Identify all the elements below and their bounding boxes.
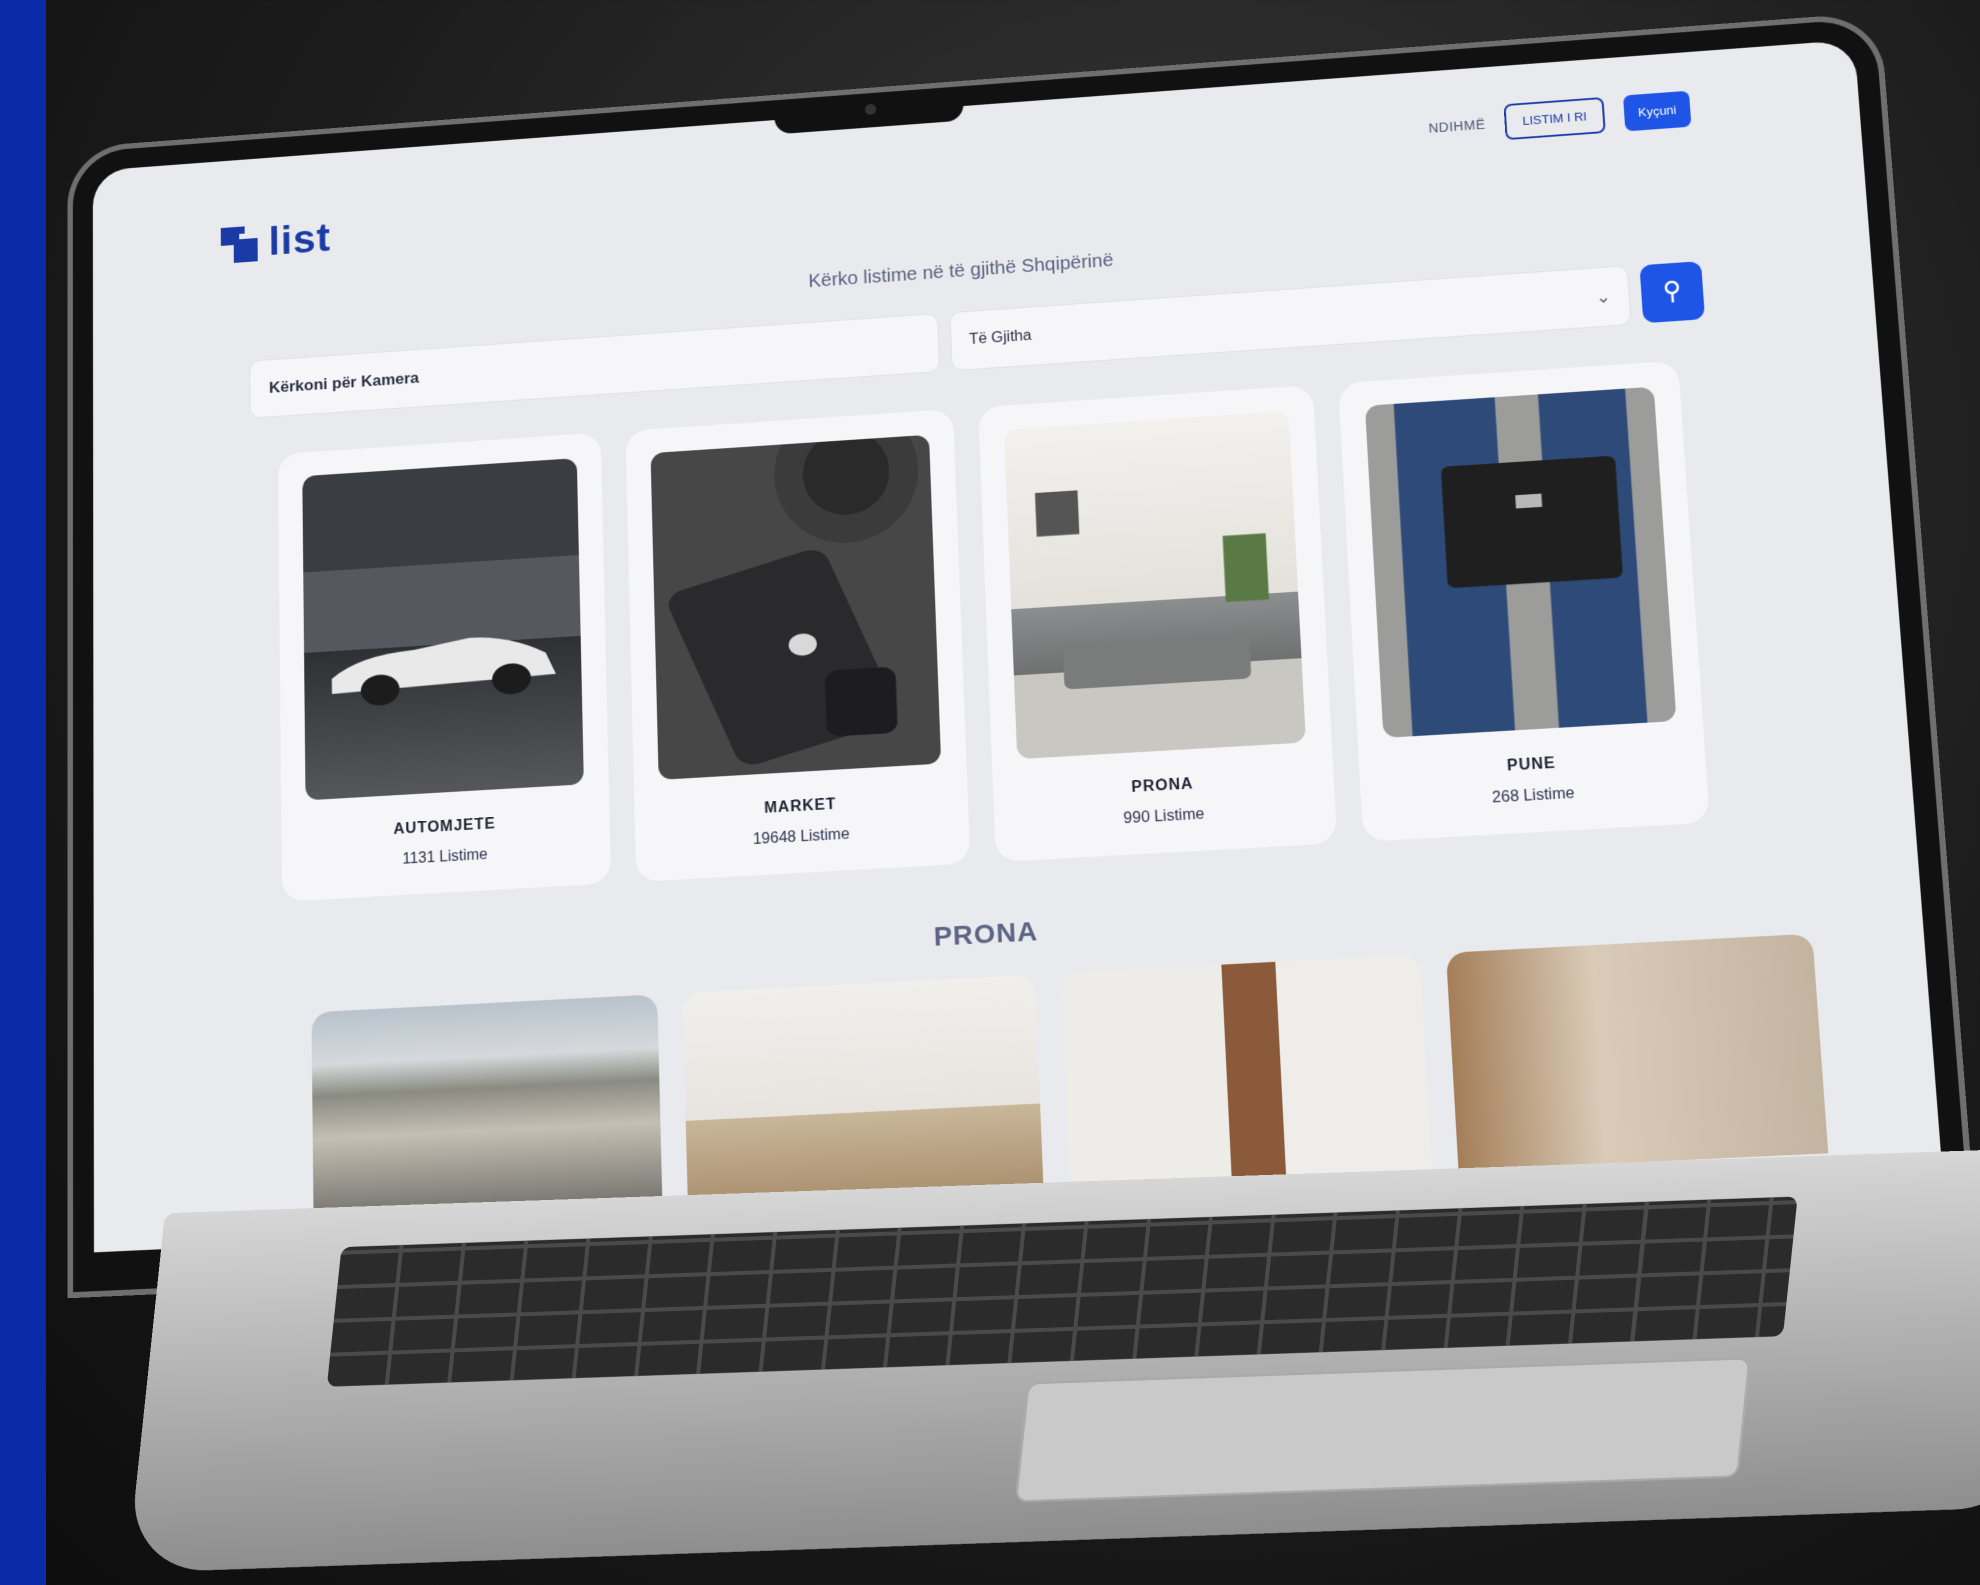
category-card-market[interactable]: MARKET 19648 Listime: [624, 408, 971, 883]
property-listing-image[interactable]: [1445, 933, 1829, 1171]
category-select-value: Të Gjitha: [968, 327, 1032, 348]
category-name: PUNE: [1506, 755, 1557, 775]
logo-text: list: [268, 215, 332, 264]
keyboard: [326, 1196, 1798, 1387]
category-select[interactable]: Të Gjitha ⌄: [949, 265, 1632, 372]
chevron-down-icon: ⌄: [1595, 286, 1612, 307]
category-name: PRONA: [1131, 775, 1194, 796]
property-listing-image[interactable]: [682, 974, 1044, 1208]
search-input[interactable]: Kërkoni për Kamera: [249, 313, 941, 419]
help-link[interactable]: NDIHMË: [1428, 116, 1486, 135]
laptop-lid: list NDIHMË LISTIM I RI Kyçuni Kërko lis…: [72, 17, 1969, 1293]
category-cards: AUTOMJETE 1131 Listime MARKET 19648 List…: [277, 360, 1710, 902]
search-button[interactable]: [1639, 261, 1706, 324]
login-button[interactable]: Kyçuni: [1622, 90, 1692, 132]
category-count: 19648 Listime: [752, 826, 850, 848]
map-pin-icon: [1659, 278, 1685, 306]
laptop-base: [126, 1146, 1980, 1574]
camera-icon: [864, 103, 877, 116]
category-name: AUTOMJETE: [393, 815, 496, 838]
laptop-screen: list NDIHMË LISTIM I RI Kyçuni Kërko lis…: [92, 39, 1942, 1253]
property-listing-image[interactable]: [311, 994, 663, 1225]
category-count: 268 Listime: [1491, 785, 1576, 807]
trackpad: [1014, 1357, 1751, 1503]
living-room-image: [1004, 410, 1306, 760]
category-card-automjete[interactable]: AUTOMJETE 1131 Listime: [277, 432, 611, 902]
electronics-image: [650, 434, 942, 780]
logo-mark-icon: [220, 225, 258, 263]
property-listing-image[interactable]: [1060, 954, 1433, 1190]
category-count: 990 Listime: [1123, 806, 1205, 828]
category-card-pune[interactable]: PUNE 268 Listime: [1337, 360, 1710, 842]
car-image: [302, 458, 584, 801]
new-listing-button[interactable]: LISTIM I RI: [1503, 97, 1606, 141]
brand-color-strip: [0, 0, 46, 1585]
site-logo[interactable]: list: [220, 215, 332, 269]
nav-actions: NDIHMË LISTIM I RI Kyçuni: [1427, 90, 1692, 146]
category-name: MARKET: [763, 796, 837, 817]
category-count: 1131 Listime: [402, 846, 488, 868]
briefcase-image: [1364, 386, 1677, 738]
category-card-prona[interactable]: PRONA 990 Listime: [978, 384, 1337, 863]
